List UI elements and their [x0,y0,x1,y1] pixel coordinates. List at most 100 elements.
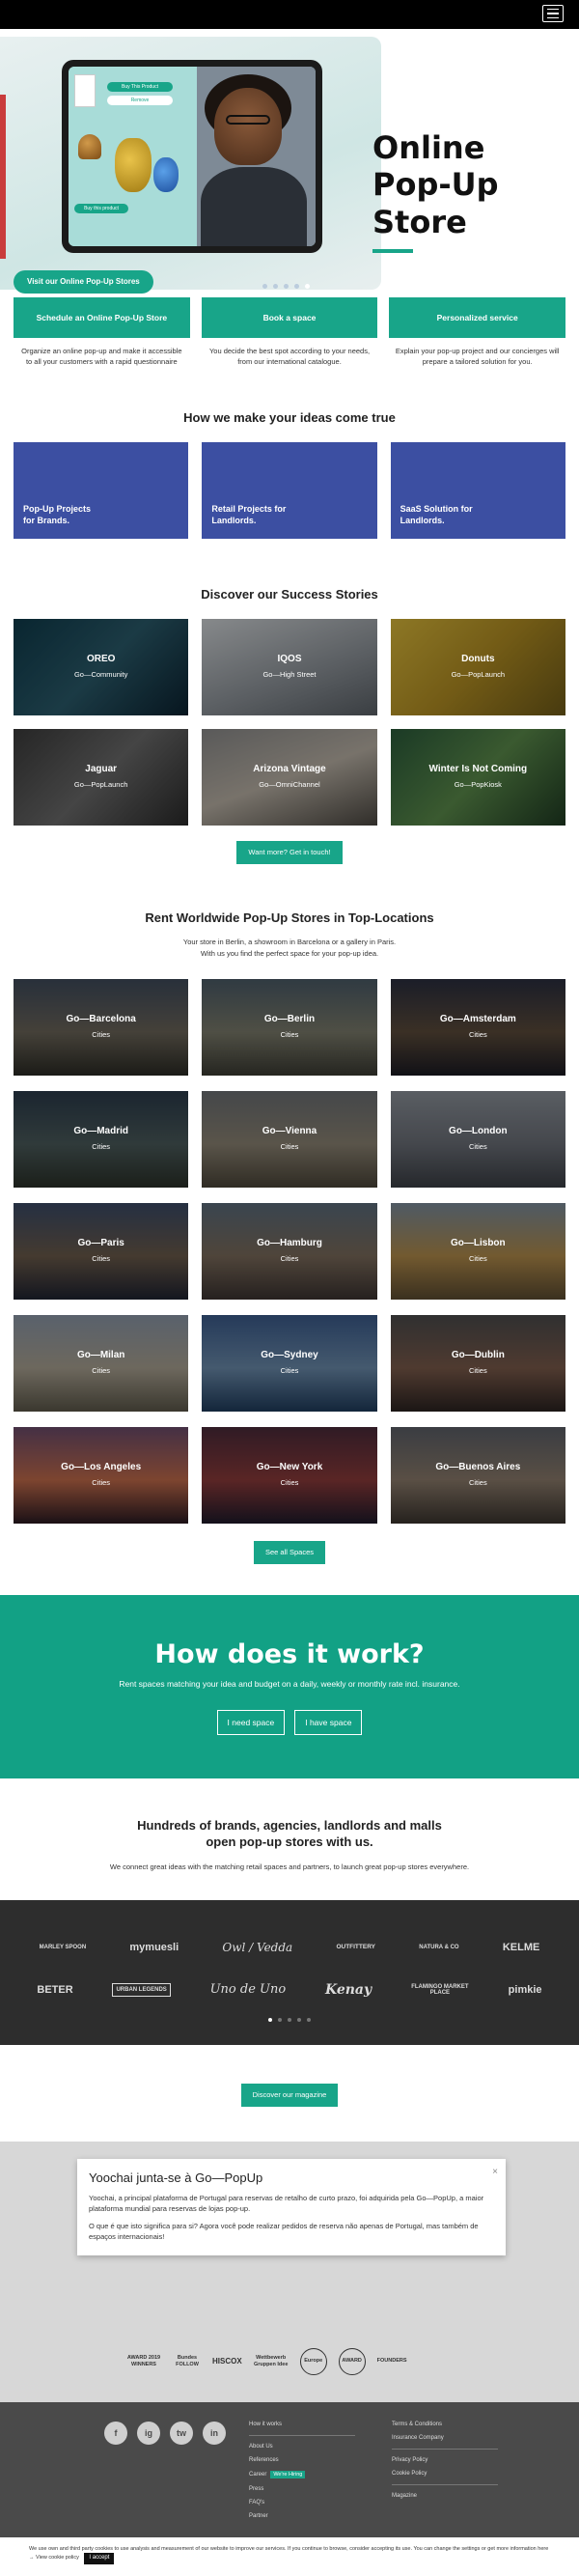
award-badge: Europe [299,2347,327,2375]
story-tile[interactable]: Jaguar Go—PopLaunch [14,728,189,826]
how-it-works-section: How does it work? Rent spaces matching y… [0,1594,579,1778]
ideas-title: How we make your ideas come true [183,409,396,425]
book-space-button[interactable]: Book a space [201,297,378,338]
footer-link[interactable]: Cookie Policy [392,2471,498,2477]
hero-section: Buy This Product Remove Buy this product… [0,29,579,297]
popup-paragraph: Yoochai, a principal plataforma de Portu… [89,2193,484,2214]
footer-link[interactable]: Terms & Conditions [392,2422,498,2427]
city-tile[interactable]: Go—Berlin Cities [202,978,377,1076]
cookie-banner: We use own and third party cookies to us… [0,2536,579,2576]
city-tile[interactable]: Go—Milan Cities [14,1314,189,1412]
city-tile[interactable]: Go—New York Cities [202,1426,377,1524]
award-badge: FOUNDERS [376,2358,407,2365]
brand-logo: MARLEY SPOON [39,1944,87,1950]
screen-pill: Buy This Product [107,82,173,92]
award-badge: AWARD 2019 WINNERS [126,2355,161,2367]
footer-link[interactable]: Privacy Policy [392,2457,498,2463]
footer-link[interactable]: References [249,2457,355,2463]
city-tile[interactable]: Go—Dublin Cities [390,1314,565,1412]
carousel-dots[interactable] [0,2017,579,2022]
cities-grid: Go—Barcelona Cities Go—Berlin Cities Go—Am… [0,978,579,1524]
brand-logo: Uno de Uno [209,1982,287,1998]
brand-logo: OUTFITTERY [336,1944,375,1951]
discover-magazine-button[interactable]: Discover our magazine [240,2083,339,2107]
top-bar [0,0,579,29]
city-tile[interactable]: Go—Lisbon Cities [390,1202,565,1300]
footer-link-career[interactable]: Career We're Hiring [249,2470,355,2478]
footer: f ig tw in How it works About Us Referen… [0,2401,579,2576]
city-tile[interactable]: Go—Hamburg Cities [202,1202,377,1300]
brand-logo: FLAMINGO MARKET PLACE [411,1983,469,1996]
brand-logo: Kenay [324,1981,372,1998]
footer-link[interactable]: FAQ's [249,2500,355,2506]
stories-grid: OREO Go—Community IQOS Go—High Street Donu… [0,618,579,826]
footer-link[interactable]: About Us [249,2444,355,2450]
close-icon[interactable]: × [492,2167,498,2177]
visit-online-popup-button[interactable]: Visit our Online Pop-Up Stores [14,270,153,294]
twitter-icon[interactable]: tw [170,2421,193,2445]
see-all-spaces-button[interactable]: See all Spaces [253,1540,326,1564]
stories-title: Discover our Success Stories [201,586,378,602]
service-schedule: Schedule an Online Pop-Up Store Organize… [14,297,190,368]
ideas-section: Pop-Up Projects for Brands. Retail Proje… [0,441,579,539]
footer-link[interactable]: Insurance Company [392,2435,498,2441]
how-title: How does it work? [154,1638,425,1669]
service-description: Explain your pop-up project and our conc… [395,347,560,367]
story-tile[interactable]: Donuts Go—PopLaunch [390,618,565,715]
service-book: Book a space You decide the best spot ac… [201,297,378,368]
need-space-button[interactable]: I need space [216,1709,286,1735]
brand-logo: NATURA & CO [419,1944,459,1950]
get-in-touch-button[interactable]: Want more? Get in touch! [236,840,343,864]
accept-cookies-button[interactable]: I accept [84,2553,115,2564]
city-tile[interactable]: Go—Vienna Cities [202,1090,377,1188]
city-tile[interactable]: Go—Buenos Aires Cities [390,1426,565,1524]
story-tile[interactable]: OREO Go—Community [14,618,189,715]
service-description: Organize an online pop-up and make it ac… [21,347,182,367]
announcement-popup: Yoochai junta-se à Go—PopUp × Yoochai, a… [77,2158,506,2255]
personalized-service-button[interactable]: Personalized service [389,297,566,338]
social-links: f ig tw in [104,2421,226,2445]
story-tile[interactable]: Winter Is Not Coming Go—PopKiosk [390,728,565,826]
city-tile[interactable]: Go—Amsterdam Cities [390,978,565,1076]
idea-card-brands[interactable]: Pop-Up Projects for Brands. [14,441,189,539]
hiring-badge: We're Hiring [270,2470,306,2478]
brands-carousel: MARLEY SPOON mymuesli Owl / Vedda OUTFIT… [0,1899,579,2045]
announcement-area: Yoochai junta-se à Go—PopUp × Yoochai, a… [0,2141,579,2402]
city-tile[interactable]: Go—Los Angeles Cities [14,1426,189,1524]
story-tile[interactable]: Arizona Vintage Go—OmniChannel [202,728,377,826]
brand-logo: mymuesli [129,1941,179,1953]
brand-logo: KELME [502,1941,540,1953]
brand-logo: Owl / Vedda [222,1940,293,1954]
footer-link[interactable]: How it works [249,2422,355,2427]
hero-title: Online Pop-Up Store [372,129,499,240]
facebook-icon[interactable]: f [104,2421,127,2445]
city-tile[interactable]: Go—London Cities [390,1090,565,1188]
menu-icon[interactable] [542,5,564,22]
idea-card-saas[interactable]: SaaS Solution for Landlords. [390,441,565,539]
tablet-image: Buy This Product Remove Buy this product [62,60,322,253]
hero-image: Buy This Product Remove Buy this product [0,37,381,290]
footer-link[interactable]: Partner [249,2513,355,2519]
have-space-button[interactable]: I have space [294,1709,363,1735]
schedule-popup-button[interactable]: Schedule an Online Pop-Up Store [14,297,190,338]
popup-title: Yoochai junta-se à Go—PopUp [89,2170,263,2185]
hero-accent-strip [0,95,6,259]
instagram-icon[interactable]: ig [137,2421,160,2445]
idea-card-retail[interactable]: Retail Projects for Landlords. [202,441,377,539]
linkedin-icon[interactable]: in [203,2421,226,2445]
city-tile[interactable]: Go—Sydney Cities [202,1314,377,1412]
city-tile[interactable]: Go—Paris Cities [14,1202,189,1300]
footer-column: How it works About Us References Career W… [249,2422,355,2527]
how-subtitle: Rent spaces matching your idea and budge… [119,1678,460,1689]
footer-link[interactable]: Press [249,2486,355,2492]
story-tile[interactable]: IQOS Go—High Street [202,618,377,715]
city-tile[interactable]: Go—Barcelona Cities [14,978,189,1076]
popup-paragraph: O que é que isto significa para si? Agor… [89,2221,479,2242]
brand-logo: pimkie [508,1983,542,1996]
services-section: Schedule an Online Pop-Up Store Organize… [0,297,579,368]
carousel-dots[interactable] [262,284,310,289]
footer-column: Terms & Conditions Insurance Company Pri… [392,2422,498,2506]
brand-logo: BETER [37,1983,73,1996]
brands-title: Hundreds of brands, agencies, landlords … [137,1817,442,1850]
city-tile[interactable]: Go—Madrid Cities [14,1090,189,1188]
